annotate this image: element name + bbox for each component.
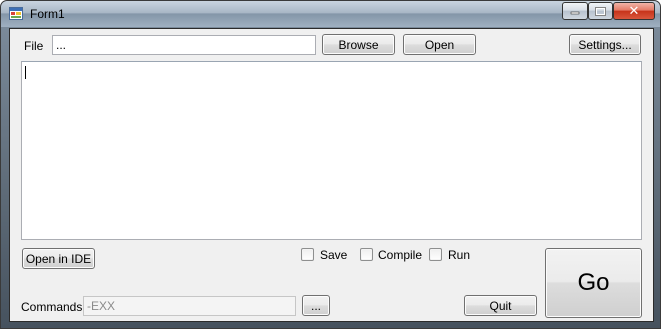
commands-label: Commands [21, 300, 83, 314]
application-window: Form1 ✕ File ... Browse Open Settings...… [0, 0, 661, 329]
quit-button[interactable]: Quit [464, 295, 537, 316]
go-button[interactable]: Go [545, 248, 642, 318]
code-editor[interactable] [21, 61, 642, 240]
save-checkbox[interactable] [301, 248, 314, 261]
save-checkbox-label[interactable]: Save [320, 248, 347, 262]
settings-button[interactable]: Settings... [569, 34, 641, 55]
minimize-icon [570, 11, 580, 15]
file-label: File [24, 39, 44, 53]
window-title: Form1 [30, 7, 65, 21]
commands-browse-button[interactable]: ... [302, 295, 330, 316]
maximize-icon [595, 6, 606, 16]
open-button[interactable]: Open [403, 34, 476, 55]
maximize-button[interactable] [588, 2, 613, 20]
run-checkbox[interactable] [429, 248, 442, 261]
text-caret [25, 66, 26, 79]
compile-checkbox-label[interactable]: Compile [378, 248, 422, 262]
close-button[interactable]: ✕ [613, 2, 655, 20]
run-checkbox-label[interactable]: Run [448, 248, 470, 262]
open-in-ide-button[interactable]: Open in IDE [22, 248, 95, 269]
form-app-icon [9, 7, 23, 20]
minimize-button[interactable] [562, 2, 588, 20]
title-bar[interactable]: Form1 ✕ [1, 1, 660, 27]
commands-input[interactable]: -EXX [83, 296, 296, 316]
compile-checkbox[interactable] [360, 248, 373, 261]
file-path-input[interactable]: ... [52, 35, 316, 55]
close-icon: ✕ [628, 3, 640, 18]
browse-button[interactable]: Browse [322, 34, 395, 55]
form-client-area: File ... Browse Open Settings... Open in… [9, 28, 654, 322]
